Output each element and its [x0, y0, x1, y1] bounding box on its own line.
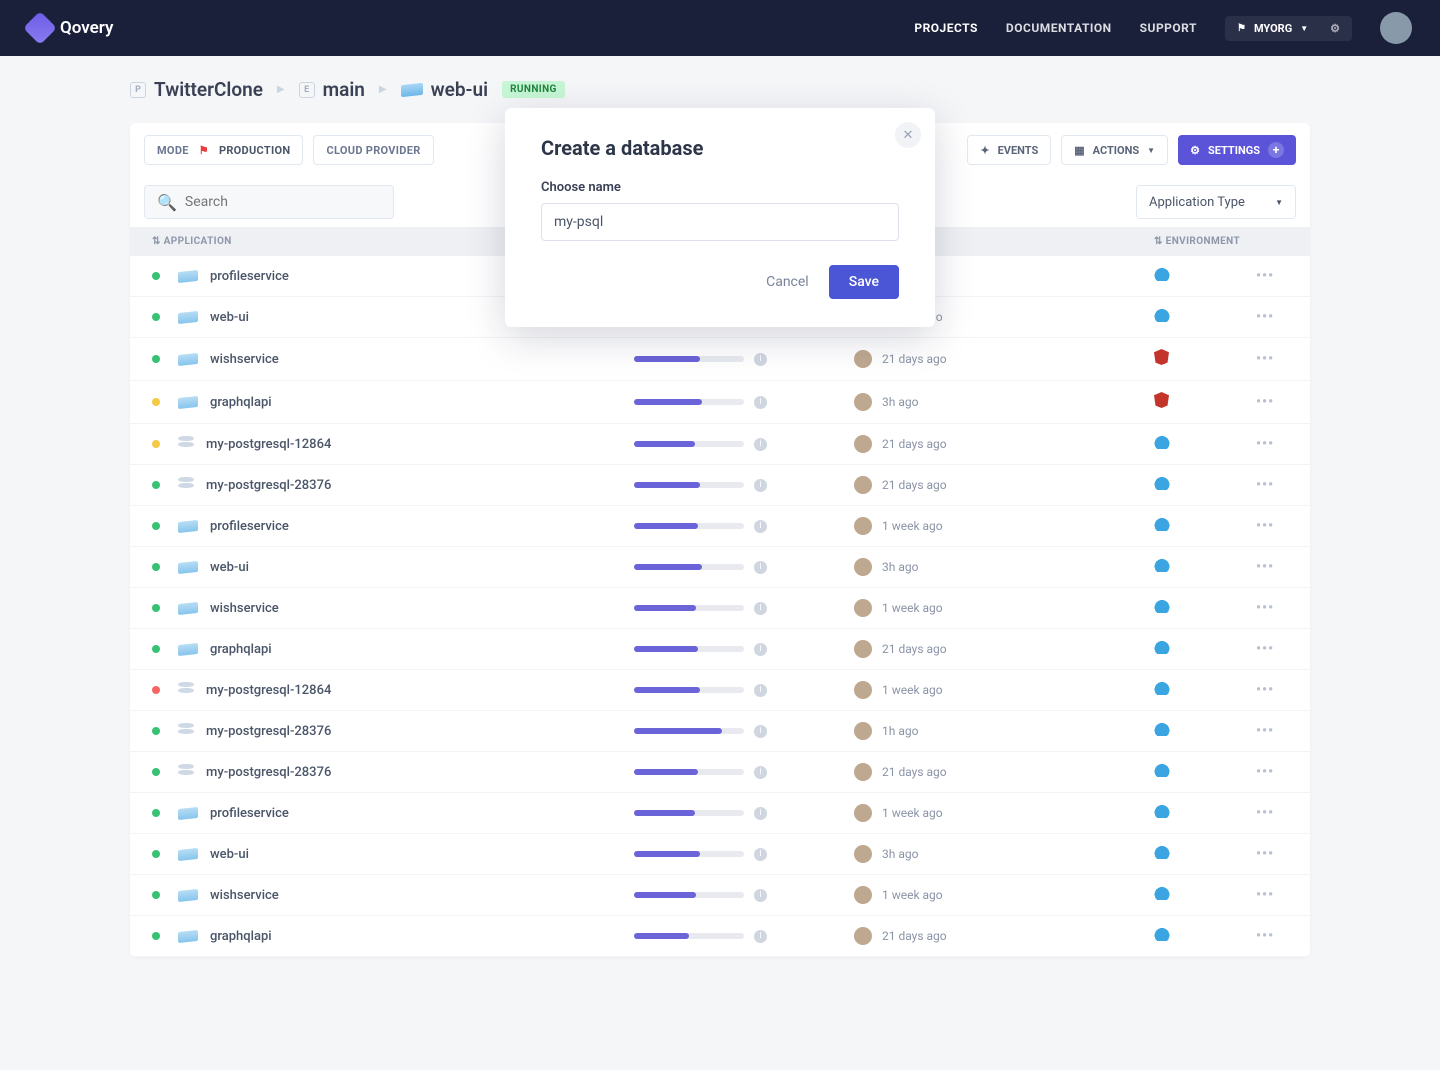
create-database-modal: ✕ Create a database Choose name Cancel S… [505, 108, 935, 327]
database-name-input[interactable] [541, 203, 899, 241]
close-icon: ✕ [903, 128, 914, 143]
save-button[interactable]: Save [829, 265, 899, 299]
modal-overlay: ✕ Create a database Choose name Cancel S… [0, 0, 1440, 1070]
cancel-button[interactable]: Cancel [752, 266, 823, 298]
modal-title: Create a database [541, 136, 899, 160]
close-button[interactable]: ✕ [895, 122, 921, 148]
name-field-label: Choose name [541, 180, 899, 195]
